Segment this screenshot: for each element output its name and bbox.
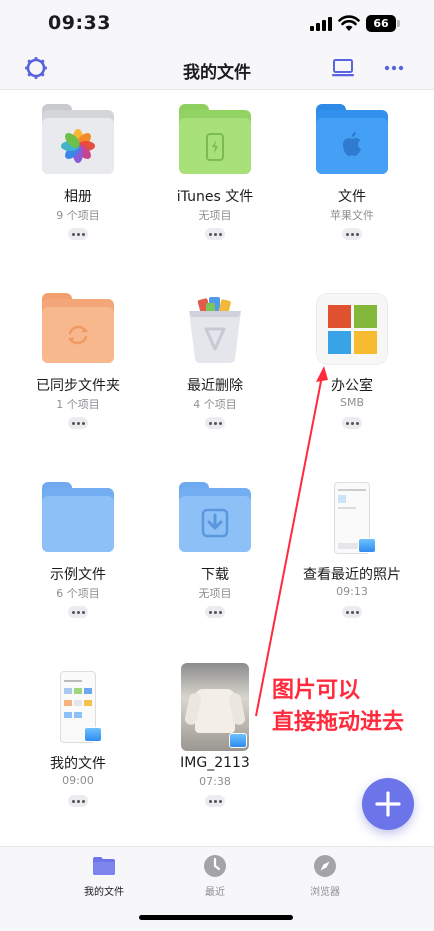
item-subtitle: 07:38 — [199, 775, 231, 788]
item-title: 示例文件 — [50, 567, 106, 583]
nav-bar: 我的文件 — [0, 48, 434, 90]
battery-tip — [397, 20, 400, 27]
folder-icon — [42, 482, 114, 554]
item-subtitle: 9 个项目 — [56, 209, 100, 222]
tab-browser[interactable]: 浏览器 — [280, 853, 370, 898]
folder-icon — [93, 857, 115, 875]
grid-item-recently-deleted[interactable]: 最近删除 4 个项目 — [143, 281, 287, 461]
tab-label: 我的文件 — [84, 887, 124, 898]
grid-item-itunes[interactable]: iTunes 文件 无项目 — [143, 92, 287, 272]
item-subtitle: 无项目 — [198, 587, 232, 600]
clock-icon — [204, 855, 226, 877]
status-time: 09:33 — [48, 12, 111, 34]
photo-badge-icon — [358, 538, 376, 553]
cellular-signal-icon — [310, 17, 332, 31]
item-more-button[interactable] — [68, 228, 88, 240]
add-button[interactable] — [362, 778, 414, 830]
grid-item-my-files-screenshot[interactable]: 我的文件 09:00 — [6, 659, 150, 839]
wifi-icon — [338, 15, 360, 31]
item-more-button[interactable] — [205, 228, 225, 240]
item-title: 下载 — [201, 567, 229, 583]
item-more-button[interactable] — [68, 606, 88, 618]
itunes-folder-icon — [179, 104, 251, 176]
grid-item-files[interactable]: 文件 苹果文件 — [280, 92, 424, 272]
item-title: 相册 — [64, 189, 92, 205]
battery-icon: 66 — [366, 15, 396, 32]
image-thumbnail — [179, 663, 251, 751]
home-indicator[interactable] — [139, 915, 293, 920]
item-title: IMG_2113 — [180, 755, 250, 771]
screenshot-thumbnail — [42, 671, 114, 743]
item-more-button[interactable] — [68, 795, 88, 807]
grid-item-img-2113[interactable]: IMG_2113 07:38 — [143, 659, 287, 839]
sync-folder-icon — [42, 293, 114, 365]
item-more-button[interactable] — [342, 606, 362, 618]
screenshot-thumbnail — [316, 482, 388, 554]
item-title: iTunes 文件 — [176, 189, 254, 205]
more-icon[interactable] — [382, 56, 406, 80]
item-title: 查看最近的照片 — [303, 567, 401, 583]
status-bar: 09:33 66 — [0, 0, 434, 48]
item-more-button[interactable] — [342, 417, 362, 429]
compass-icon — [314, 855, 336, 877]
download-folder-icon — [179, 482, 251, 554]
item-subtitle: 无项目 — [198, 209, 232, 222]
battery-level: 66 — [373, 17, 389, 30]
item-more-button[interactable] — [342, 228, 362, 240]
tab-label: 浏览器 — [310, 887, 340, 898]
grid-item-downloads[interactable]: 下载 无项目 — [143, 470, 287, 650]
item-title: 最近删除 — [187, 378, 243, 394]
page-title: 我的文件 — [183, 63, 251, 83]
apple-folder-icon — [316, 104, 388, 176]
trash-bin-icon — [179, 293, 251, 365]
item-title: 已同步文件夹 — [36, 378, 120, 394]
grid-item-synced-folder[interactable]: 已同步文件夹 1 个项目 — [6, 281, 150, 461]
item-subtitle: 1 个项目 — [56, 398, 100, 411]
item-subtitle: 6 个项目 — [56, 587, 100, 600]
item-subtitle: 09:13 — [336, 585, 368, 598]
item-subtitle: 4 个项目 — [193, 398, 237, 411]
item-more-button[interactable] — [205, 417, 225, 429]
item-title: 办公室 — [331, 378, 373, 394]
item-subtitle: SMB — [339, 396, 365, 409]
tab-recent[interactable]: 最近 — [170, 853, 260, 898]
item-title: 文件 — [338, 189, 366, 205]
smb-server-icon — [316, 293, 388, 365]
item-subtitle: 09:00 — [62, 774, 94, 787]
laptop-icon[interactable] — [331, 58, 355, 78]
annotation-line-1: 图片可以 — [272, 678, 361, 703]
grid-item-photos[interactable]: 相册 9 个项目 — [6, 92, 150, 272]
photo-badge-icon — [84, 727, 102, 742]
grid-item-sample-files[interactable]: 示例文件 6 个项目 — [6, 470, 150, 650]
item-title: 我的文件 — [50, 756, 106, 772]
photos-folder-icon — [42, 104, 114, 176]
item-more-button[interactable] — [205, 795, 225, 807]
annotation-text: 图片可以 直接拖动进去 — [272, 675, 404, 739]
tab-my-files[interactable]: 我的文件 — [59, 853, 149, 898]
item-more-button[interactable] — [68, 417, 88, 429]
photo-badge-icon — [229, 733, 247, 748]
annotation-line-2: 直接拖动进去 — [272, 710, 405, 735]
grid-item-office[interactable]: 办公室 SMB — [280, 281, 424, 461]
grid-item-recent-photos[interactable]: 查看最近的照片 09:13 — [280, 470, 424, 650]
tab-label: 最近 — [205, 887, 225, 898]
item-more-button[interactable] — [205, 606, 225, 618]
item-subtitle: 苹果文件 — [330, 209, 374, 222]
plus-icon — [375, 791, 401, 817]
